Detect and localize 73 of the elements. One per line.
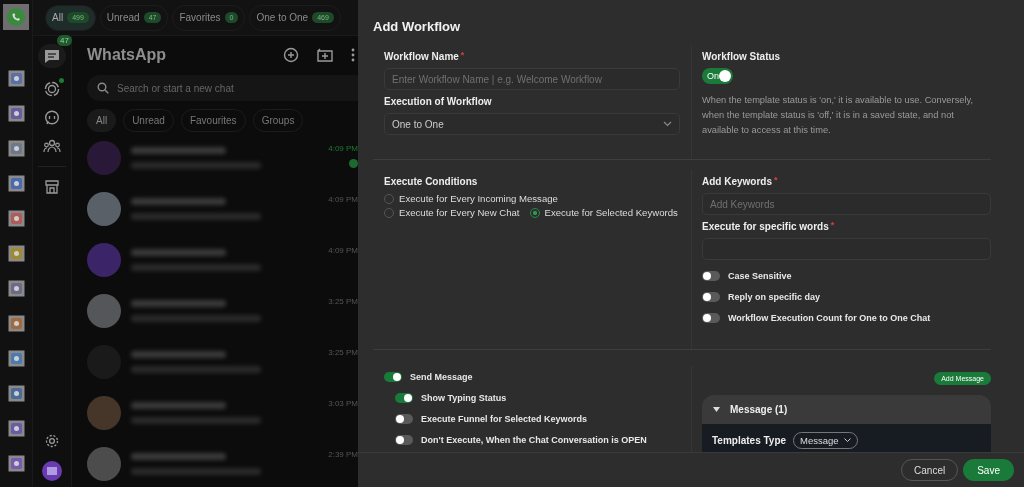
app-icon[interactable] xyxy=(7,385,25,402)
chat-time: 2:39 PM xyxy=(328,450,358,459)
text-field[interactable]: Add Keywords xyxy=(702,193,991,215)
description-text: When the template status is 'on,' it is available to use. Conversely, when the template status is 'off,' it is in a saved state, and not available to access at this time. xyxy=(702,94,975,137)
app-icon[interactable] xyxy=(7,140,25,157)
whatsapp-logo-icon[interactable] xyxy=(3,4,29,30)
toggle-switch[interactable] xyxy=(395,393,413,403)
field-label: Execution of Workflow xyxy=(384,96,493,107)
field-label: Workflow Name xyxy=(384,51,459,62)
toggle-switch[interactable] xyxy=(395,435,413,445)
notification-dot xyxy=(59,78,64,83)
switch-label: Don't Execute, When the Chat Conversation is OPEN xyxy=(421,435,647,445)
field-label: Templates Type xyxy=(712,434,787,446)
switch-label: Workflow Execution Count for One to One Chat xyxy=(728,313,931,323)
modal-title: Add Workflow xyxy=(372,18,462,36)
settings-icon[interactable] xyxy=(44,433,60,449)
chat-time: 4:09 PM xyxy=(328,144,358,153)
unread-badge: 47 xyxy=(57,35,72,46)
new-group-icon[interactable] xyxy=(317,47,333,63)
caret-icon[interactable] xyxy=(713,407,720,412)
radio-option[interactable]: Execute for Selected Keywords xyxy=(529,207,678,218)
status-icon[interactable] xyxy=(44,81,60,97)
radio-option[interactable]: Execute for Every Incoming Message xyxy=(384,193,558,204)
switch-label: Case Sensitive xyxy=(728,271,792,281)
switch-label: Send Message xyxy=(410,372,473,382)
chevron-down-icon[interactable] xyxy=(843,437,851,443)
app-icon[interactable] xyxy=(7,280,25,297)
channels-icon[interactable] xyxy=(44,110,60,126)
toggle-switch[interactable]: On xyxy=(702,68,733,84)
toggle-switch[interactable] xyxy=(702,271,720,281)
store-icon[interactable] xyxy=(45,180,59,194)
chat-time: 3:25 PM xyxy=(328,297,358,306)
app-icon[interactable] xyxy=(7,175,25,192)
app-icon[interactable] xyxy=(7,420,25,437)
app-icon[interactable] xyxy=(7,105,25,122)
app-icon[interactable] xyxy=(7,455,25,472)
toggle-switch[interactable] xyxy=(395,414,413,424)
toggle-switch[interactable] xyxy=(702,313,720,323)
filter-chip[interactable]: All xyxy=(87,109,117,132)
required-mark: * xyxy=(460,51,465,60)
radio-option[interactable]: Execute for Every New Chat xyxy=(384,207,520,218)
app-icon[interactable] xyxy=(7,245,25,262)
panel-title: Message (1) xyxy=(730,404,788,415)
save-button[interactable]: Save xyxy=(963,459,1014,481)
field-label: Execute Conditions xyxy=(384,176,479,187)
switch-label: Show Typing Status xyxy=(421,393,507,403)
field-label: Execute for specific words xyxy=(702,221,829,232)
app-title: WhatsApp xyxy=(87,46,167,64)
switch-label: Execute Funnel for Selected Keywords xyxy=(421,414,588,424)
search-field[interactable]: Search or start a new chat xyxy=(87,75,358,101)
profile-avatar-icon[interactable] xyxy=(42,461,62,481)
required-mark: * xyxy=(774,176,778,185)
chats-icon[interactable] xyxy=(44,49,60,63)
chat-time: 4:09 PM xyxy=(328,246,358,255)
field-label: Add Keywords xyxy=(702,176,772,187)
app-icon[interactable] xyxy=(7,350,25,367)
text-field[interactable]: Enter Workflow Name | e.g. Welcome Workflow xyxy=(384,68,680,90)
required-mark: * xyxy=(830,221,835,230)
toggle-switch[interactable] xyxy=(702,292,720,302)
chat-time: 3:25 PM xyxy=(328,348,358,357)
search-icon[interactable] xyxy=(97,82,109,94)
switch-label: Reply on specific day xyxy=(728,292,821,302)
communities-icon[interactable] xyxy=(43,139,61,153)
menu-icon[interactable] xyxy=(351,48,355,62)
new-chat-icon[interactable] xyxy=(283,47,299,63)
unread-dot xyxy=(349,159,358,168)
app-icon[interactable] xyxy=(7,315,25,332)
field-label: Workflow Status xyxy=(702,51,782,62)
app-icon[interactable] xyxy=(7,210,25,227)
chat-time: 4:09 PM xyxy=(328,195,358,204)
app-icon[interactable] xyxy=(7,70,25,87)
dropdown[interactable]: One to One xyxy=(384,113,680,135)
toggle-switch[interactable] xyxy=(384,372,402,382)
